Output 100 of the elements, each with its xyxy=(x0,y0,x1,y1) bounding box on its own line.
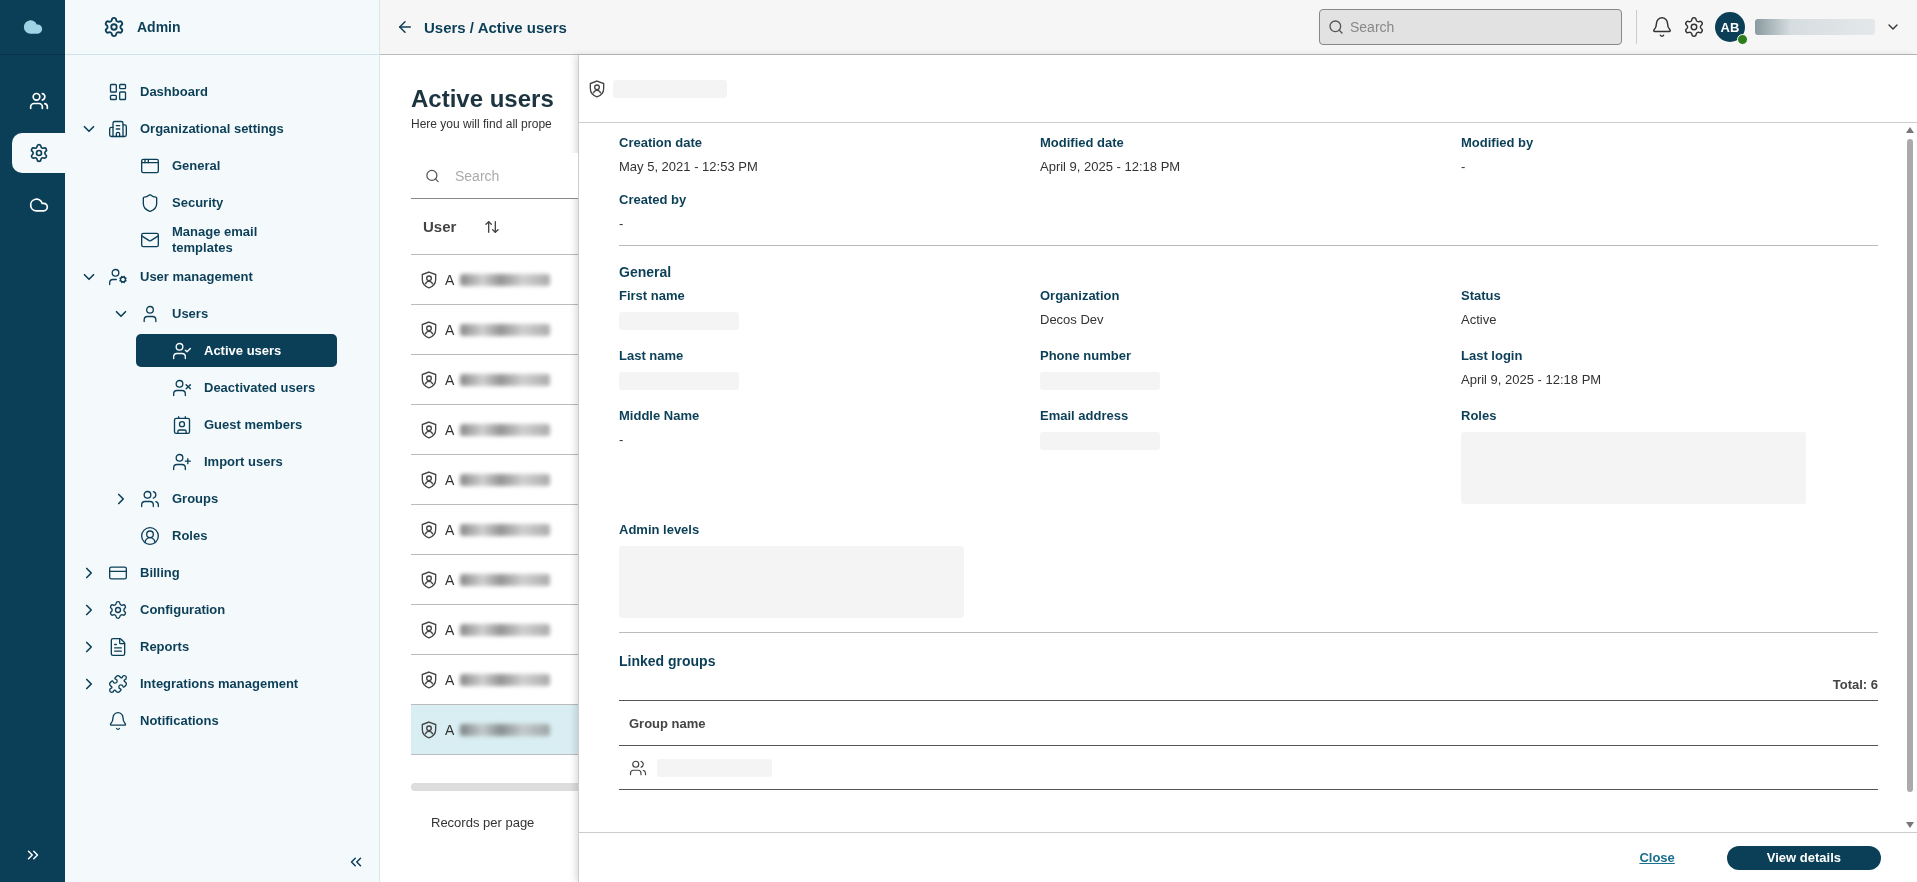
field-value: April 9, 2025 - 12:18 PM xyxy=(1461,372,1603,387)
puzzle-icon xyxy=(108,673,128,694)
shield-user-icon xyxy=(419,369,439,390)
shield-user-icon xyxy=(419,319,439,340)
scroll-down-icon[interactable] xyxy=(1906,822,1914,828)
scrollbar[interactable] xyxy=(411,783,578,791)
sidebar-item[interactable]: Configuration xyxy=(72,593,337,626)
user-name: A xyxy=(445,321,455,338)
shield-user-icon xyxy=(419,269,439,290)
contact-card-icon xyxy=(172,414,192,435)
user-name: A xyxy=(445,621,455,638)
field-label: Last login xyxy=(1461,348,1524,363)
section-title: General xyxy=(619,264,673,280)
settings-icon xyxy=(28,143,49,163)
sidebar-item[interactable]: Security xyxy=(104,186,337,219)
shield-user-icon xyxy=(419,469,439,490)
field-value: - xyxy=(619,432,625,447)
field-label: Modified by xyxy=(1461,135,1535,150)
field-label: Middle Name xyxy=(619,408,701,423)
field-value: May 5, 2021 - 12:53 PM xyxy=(619,159,759,174)
field-value: Active xyxy=(1461,312,1498,327)
sidebar-item[interactable]: Groups xyxy=(104,482,337,515)
field-value: - xyxy=(1461,159,1467,174)
shield-user-icon xyxy=(419,519,439,540)
user-plus-icon xyxy=(172,451,192,472)
user-name: A xyxy=(445,271,455,288)
user-x-icon xyxy=(172,377,192,398)
view-details-button[interactable]: View details xyxy=(1726,845,1881,870)
settings-icon xyxy=(103,16,125,38)
sidebar-item[interactable]: Deactivated users xyxy=(136,371,337,404)
user-circle-icon xyxy=(140,525,160,546)
rail-tab[interactable] xyxy=(12,133,65,173)
bell-icon xyxy=(108,710,128,731)
search-field[interactable]: Search xyxy=(1319,9,1622,45)
building-icon xyxy=(108,118,128,139)
close-link[interactable]: Close xyxy=(1639,850,1675,865)
field-label: Roles xyxy=(1461,408,1498,423)
column-header: User xyxy=(423,218,457,235)
sidebar-item[interactable]: User management xyxy=(72,260,337,293)
field-value: April 9, 2025 - 12:18 PM xyxy=(1040,159,1182,174)
settings-icon[interactable] xyxy=(1683,16,1705,38)
sidebar-item[interactable]: Users xyxy=(104,297,337,330)
shield-user-icon xyxy=(419,669,439,690)
sidebar-item[interactable]: Dashboard xyxy=(72,75,337,108)
people-icon xyxy=(28,91,49,111)
dashboard-icon xyxy=(108,81,128,102)
user-name: A xyxy=(445,571,455,588)
users-icon xyxy=(140,488,160,509)
shield-user-icon xyxy=(587,78,607,99)
settings-icon xyxy=(108,599,128,620)
shield-user-icon xyxy=(419,619,439,640)
bell-icon[interactable] xyxy=(1651,16,1673,38)
sidebar-item[interactable]: Integrations management xyxy=(72,667,337,700)
user-name: A xyxy=(445,721,455,738)
page-subtitle: Here you will find all prope xyxy=(411,117,553,131)
field-label: Admin levels xyxy=(619,522,701,537)
total-count: Total: 6 xyxy=(1831,677,1878,692)
user-name: A xyxy=(445,421,455,438)
logo-icon[interactable] xyxy=(22,17,43,37)
shield-user-icon xyxy=(419,419,439,440)
sidebar-item[interactable]: Guest members xyxy=(136,408,337,441)
sidebar-item[interactable]: Import users xyxy=(136,445,337,478)
user-name: A xyxy=(445,371,455,388)
section-title: Linked groups xyxy=(619,653,717,669)
avatar[interactable]: AB xyxy=(1715,12,1745,42)
field-value: - xyxy=(619,216,625,231)
sidebar-item[interactable]: Organizational settings xyxy=(72,112,337,145)
page-title: Active users xyxy=(411,85,555,113)
sidebar-item[interactable]: Reports xyxy=(72,630,337,663)
scroll-up-icon[interactable] xyxy=(1906,127,1914,133)
field-label: Created by xyxy=(619,192,688,207)
report-icon xyxy=(108,636,128,657)
field-label: Last name xyxy=(619,348,685,363)
sidebar-item[interactable]: General xyxy=(104,149,337,182)
back-icon[interactable] xyxy=(396,18,414,36)
users-icon xyxy=(629,758,647,777)
shield-user-icon xyxy=(419,569,439,590)
field-label: Modified date xyxy=(1040,135,1125,150)
records-label: Records per page xyxy=(430,815,536,830)
field-label: First name xyxy=(619,288,686,303)
sidebar-item[interactable]: Active users xyxy=(136,334,337,367)
user-name: A xyxy=(445,671,455,688)
user-cog-icon xyxy=(108,266,128,287)
search-icon xyxy=(1328,19,1344,35)
field-value: Decos Dev xyxy=(1040,312,1105,327)
sidebar-item[interactable]: Notifications xyxy=(72,704,337,737)
search-icon xyxy=(425,168,440,184)
user-check-icon xyxy=(172,340,192,361)
sidebar-item[interactable]: Billing xyxy=(72,556,337,589)
sidebar-item[interactable]: Roles xyxy=(104,519,337,552)
table-row[interactable]: A xyxy=(411,705,578,755)
cloud-icon xyxy=(28,195,49,215)
shield-icon xyxy=(140,192,160,213)
sidebar-item[interactable]: Manage email templates xyxy=(104,223,337,256)
sidebar-title: Admin xyxy=(137,19,181,35)
field-label: Organization xyxy=(1040,288,1121,303)
field-label: Creation date xyxy=(619,135,704,150)
sort-icon[interactable] xyxy=(484,218,501,235)
column-header: Group name xyxy=(629,715,706,731)
breadcrumb: Users / Active users xyxy=(424,18,568,36)
